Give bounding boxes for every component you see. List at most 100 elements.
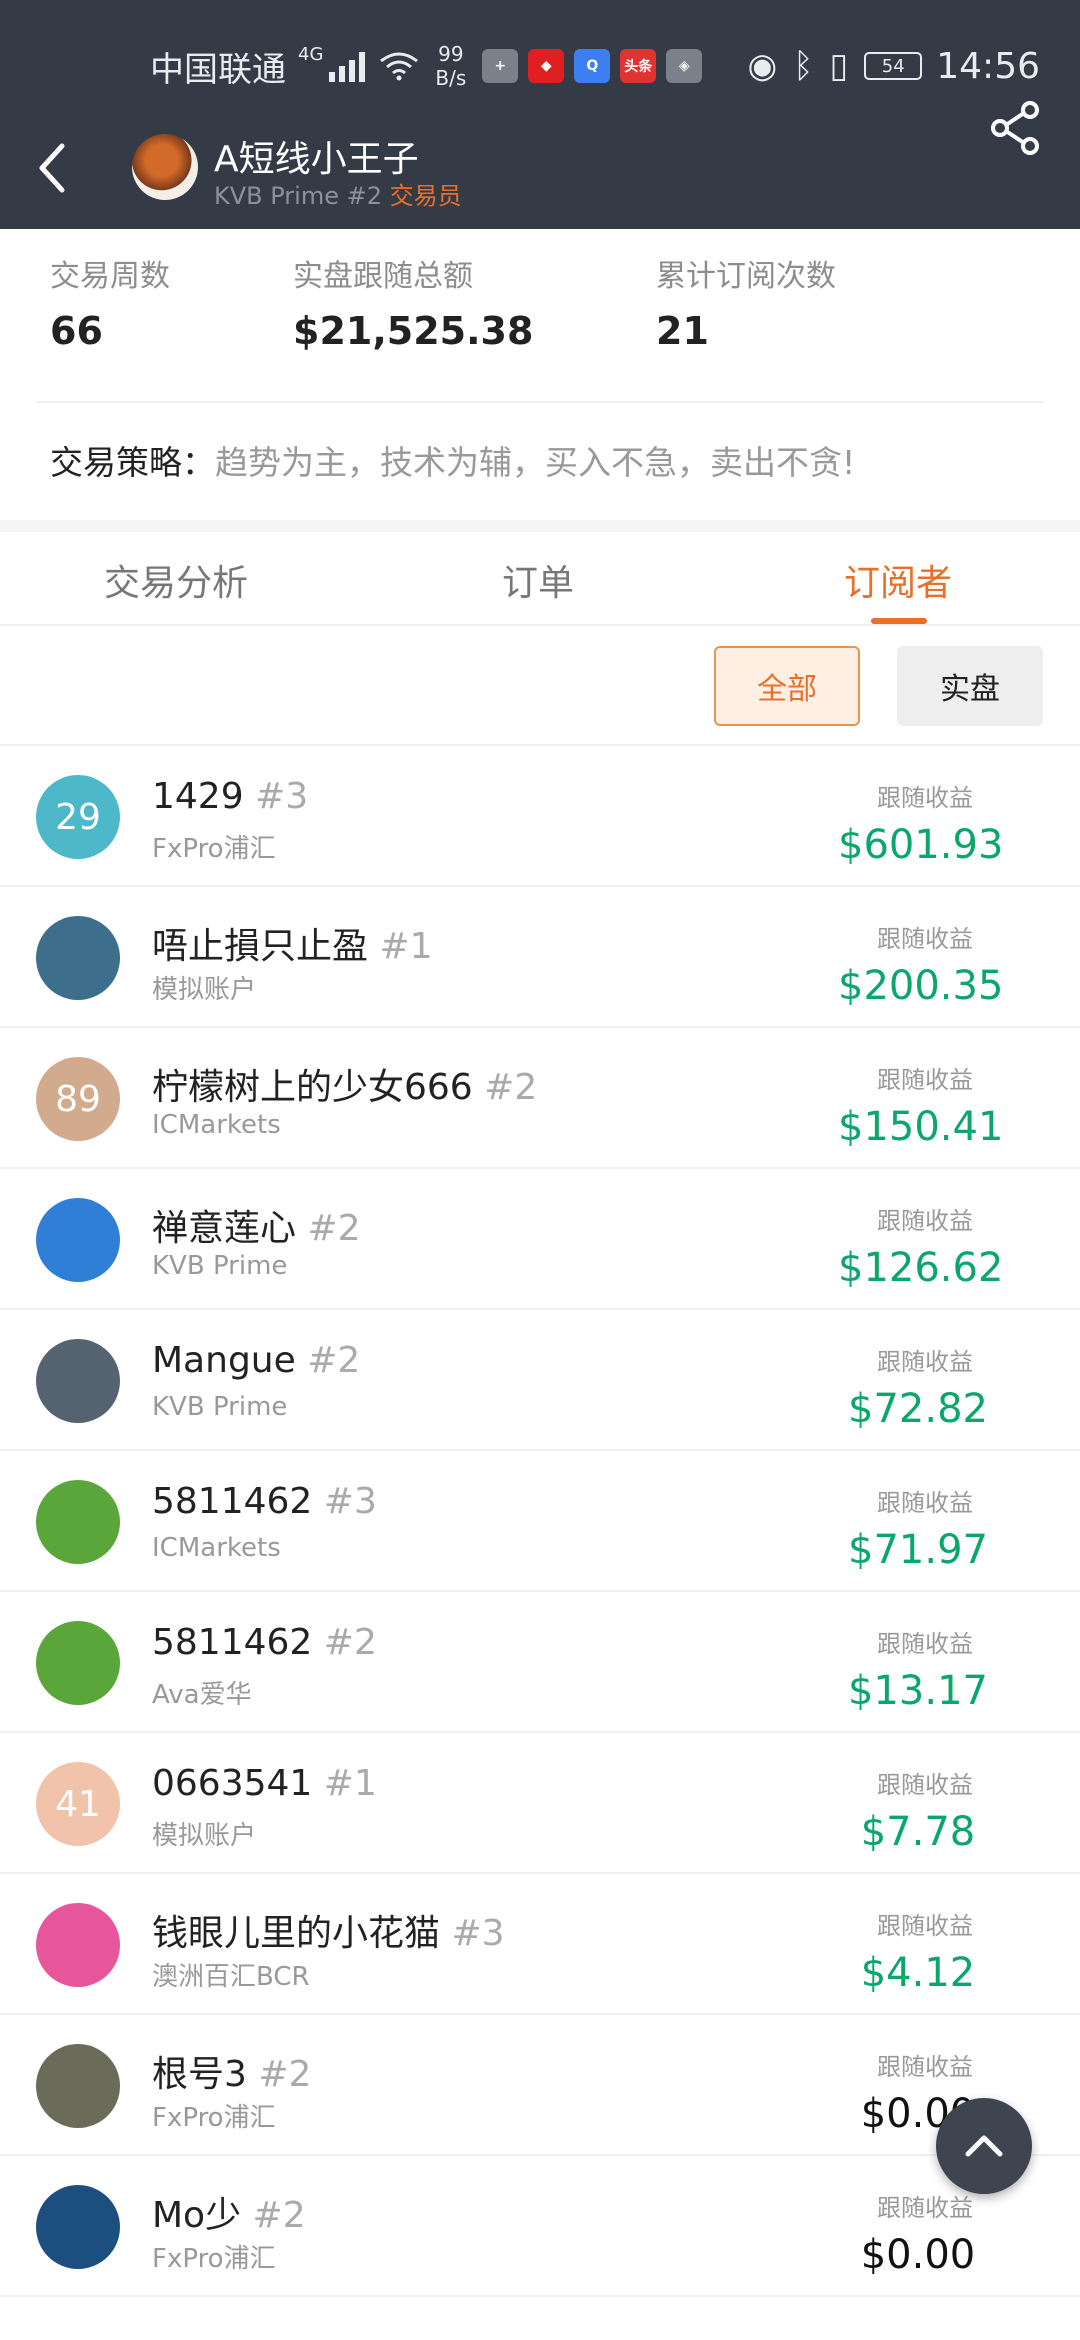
subscriber-name: 钱眼儿里的小花猫 #3 — [152, 1913, 505, 1954]
subscriber-row[interactable]: 唔止損只止盈 #1 模拟账户 跟随收益 $200.35 — [0, 887, 1080, 1028]
filter-real-button[interactable]: 实盘 — [897, 646, 1043, 726]
trader-name: A短线小王子 — [214, 139, 419, 180]
return-label: 跟随收益 — [877, 1630, 973, 1658]
app-header: 中国联通 4G 99B/s + ◆ Q 头条 ◈ ◉ ᛒ ▯ 54 14:56 — [0, 0, 1080, 229]
vibrate-icon: ▯ — [829, 46, 849, 86]
tab-subscribers[interactable]: 订阅者 — [844, 554, 952, 606]
notification-shield-icon: ◈ — [666, 49, 703, 83]
return-label: 跟随收益 — [877, 1348, 973, 1376]
return-label: 跟随收益 — [877, 925, 973, 953]
return-value: $601.93 — [838, 822, 1004, 868]
trading-strategy: 交易策略：趋势为主，技术为辅，买入不急，卖出不贪! — [50, 436, 855, 484]
subscriber-rank: #1 — [379, 926, 433, 967]
subscriber-broker: FxPro浦汇 — [152, 834, 276, 864]
subscriber-rank: #2 — [307, 1208, 361, 1249]
return-value: $4.12 — [860, 1950, 976, 1996]
wifi-icon — [380, 52, 419, 81]
bluetooth-icon: ᛒ — [793, 46, 814, 86]
subscriber-row[interactable]: 5811462 #3 ICMarkets 跟随收益 $71.97 — [0, 1451, 1080, 1592]
share-icon[interactable] — [988, 100, 1044, 156]
divider — [36, 401, 1044, 403]
chevron-up-icon — [965, 2135, 1003, 2157]
network-type: 4G — [298, 43, 324, 65]
return-value: $72.82 — [848, 1386, 988, 1432]
subscriber-broker: KVB Prime — [152, 1392, 288, 1422]
subscriber-rank: #2 — [307, 1340, 361, 1381]
section-gap — [0, 520, 1080, 532]
subscriber-row[interactable]: Mo少 #2 FxPro浦汇 跟随收益 $0.00 — [0, 2156, 1080, 2297]
subscriber-avatar[interactable] — [36, 916, 120, 1000]
subscriber-row[interactable]: 禅意莲心 #2 KVB Prime 跟随收益 $126.62 — [0, 1169, 1080, 1310]
subscriber-broker: FxPro浦汇 — [152, 2103, 276, 2133]
subscriber-avatar[interactable]: 41 — [36, 1762, 120, 1846]
subscriber-row[interactable]: 钱眼儿里的小花猫 #3 澳洲百汇BCR 跟随收益 $4.12 — [0, 1874, 1080, 2015]
status-bar: 中国联通 4G 99 B/s + ◆ Q 头条 ◈ ◉ ᛒ ▯ 54 14:56 — [150, 40, 1040, 92]
status-time: 14:56 — [936, 45, 1040, 87]
return-label: 跟随收益 — [877, 1207, 973, 1235]
return-value: $150.41 — [838, 1104, 1004, 1150]
subscriber-name: 5811462 #2 — [152, 1622, 377, 1663]
avatar-text: 41 — [55, 1783, 101, 1825]
subscriber-row[interactable]: 41 0663541 #1 模拟账户 跟随收益 $7.78 — [0, 1733, 1080, 1874]
filter-all-button[interactable]: 全部 — [714, 646, 860, 726]
subscriber-name: 柠檬树上的少女666 #2 — [152, 1067, 538, 1108]
subscriber-row[interactable]: 89 柠檬树上的少女666 #2 ICMarkets 跟随收益 $150.41 — [0, 1028, 1080, 1169]
subscriber-row[interactable]: 29 1429 #3 FxPro浦汇 跟随收益 $601.93 — [0, 746, 1080, 887]
subscriber-broker: 澳洲百汇BCR — [152, 1962, 310, 1992]
trader-role: 交易员 — [389, 182, 462, 210]
notification-plus-icon: + — [482, 49, 519, 83]
subscriber-rank: #2 — [323, 1622, 377, 1663]
return-value: $71.97 — [848, 1527, 988, 1573]
subscriber-broker: ICMarkets — [152, 1533, 281, 1563]
return-value: $126.62 — [838, 1245, 1004, 1291]
strategy-text: 趋势为主，技术为辅，买入不急，卖出不贪! — [215, 443, 856, 482]
avatar-text: 89 — [55, 1078, 101, 1120]
subscriber-name: 根号3 #2 — [152, 2054, 312, 2095]
subscriber-avatar[interactable] — [36, 1339, 120, 1423]
stat-follow-total: 实盘跟随总额 $21,525.38 — [293, 259, 534, 353]
subscriber-avatar[interactable] — [36, 1621, 120, 1705]
subscriber-name: 0663541 #1 — [152, 1763, 377, 1804]
trader-broker-rank: KVB Prime #2 — [214, 182, 382, 210]
subscriber-name: 唔止損只止盈 #1 — [152, 926, 433, 967]
strategy-label: 交易策略： — [50, 443, 215, 482]
subscriber-avatar[interactable]: 29 — [36, 775, 120, 859]
return-label: 跟随收益 — [877, 784, 973, 812]
return-label: 跟随收益 — [877, 2194, 973, 2222]
subscriber-rank: #2 — [252, 2195, 306, 2236]
subscriber-avatar[interactable]: 89 — [36, 1057, 120, 1141]
subscriber-name: Mo少 #2 — [152, 2195, 306, 2236]
subscriber-row[interactable]: Mangue #2 KVB Prime 跟随收益 $72.82 — [0, 1310, 1080, 1451]
subscriber-avatar[interactable] — [36, 1198, 120, 1282]
return-label: 跟随收益 — [877, 1912, 973, 1940]
subscriber-rank: #3 — [323, 1481, 377, 1522]
filter-bar: 全部 实盘 — [0, 626, 1080, 746]
trader-subtitle: KVB Prime #2 交易员 — [214, 176, 462, 211]
subscriber-list: 29 1429 #3 FxPro浦汇 跟随收益 $601.93 唔止損只止盈 #1 模拟账户… — [0, 746, 1080, 2297]
tab-orders[interactable]: 订单 — [502, 554, 574, 606]
subscriber-name: Mangue #2 — [152, 1340, 361, 1381]
notification-icons: + ◆ Q 头条 ◈ — [482, 49, 703, 83]
subscriber-name: 5811462 #3 — [152, 1481, 377, 1522]
subscriber-rank: #2 — [484, 1067, 538, 1108]
subscriber-row[interactable]: 根号3 #2 FxPro浦汇 跟随收益 $0.00 — [0, 2015, 1080, 2156]
back-arrow-icon[interactable] — [32, 138, 72, 198]
scroll-to-top-button[interactable] — [936, 2098, 1032, 2194]
return-label: 跟随收益 — [877, 1771, 973, 1799]
trader-avatar[interactable] — [132, 134, 198, 200]
subscriber-broker: 模拟账户 — [152, 1821, 257, 1851]
active-tab-indicator — [871, 618, 927, 624]
subscriber-avatar[interactable] — [36, 1903, 120, 1987]
subscriber-broker: ICMarkets — [152, 1110, 281, 1140]
subscriber-rank: #2 — [258, 2054, 312, 2095]
notification-browser-icon: Q — [574, 49, 611, 83]
subscriber-avatar[interactable] — [36, 2185, 120, 2269]
subscriber-broker: Ava爱华 — [152, 1680, 252, 1710]
subscriber-avatar[interactable] — [36, 1480, 120, 1564]
subscriber-name: 禅意莲心 #2 — [152, 1208, 361, 1249]
subscriber-avatar[interactable] — [36, 2044, 120, 2128]
subscriber-broker: 模拟账户 — [152, 975, 257, 1005]
subscriber-broker: FxPro浦汇 — [152, 2244, 276, 2274]
tab-trade-analysis[interactable]: 交易分析 — [104, 554, 248, 606]
subscriber-row[interactable]: 5811462 #2 Ava爱华 跟随收益 $13.17 — [0, 1592, 1080, 1733]
